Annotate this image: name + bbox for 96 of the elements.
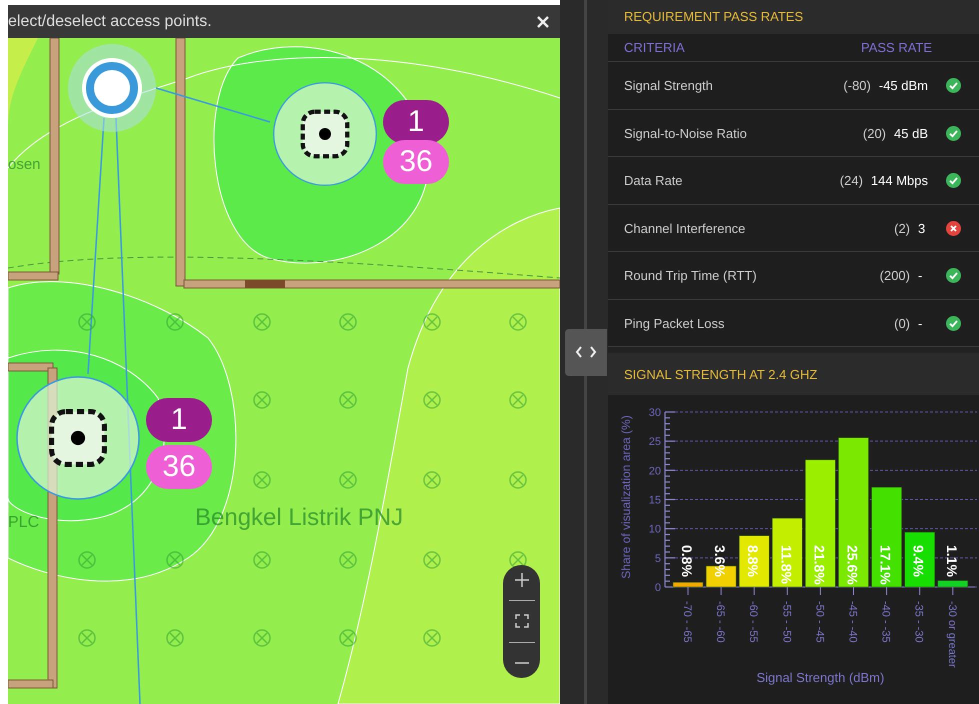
criteria-label: Data Rate [624,173,684,188]
measured-value: 144 Mbps [870,173,928,188]
access-point-icon[interactable] [15,375,141,501]
sample-point-icon [339,313,357,331]
close-icon [536,14,550,28]
y-tick-label: 5 [654,552,661,565]
zoom-in-button[interactable] [512,570,530,589]
plus-icon [512,570,530,589]
sample-point-icon [78,629,96,647]
close-button[interactable] [536,14,550,28]
minus-icon [514,662,528,664]
criteria-label: Ping Packet Loss [624,316,726,331]
y-tick-label: 25 [648,436,661,448]
sample-point-icon [166,629,184,647]
value-label: 3.6% [712,545,728,577]
sample-point-icon [423,471,441,489]
banner-text: elect/deselect access points. [8,12,212,30]
value-label: 17.1% [878,545,894,585]
sample-point-icon [78,313,96,331]
threshold-text: (-80) [843,78,871,94]
criteria-label: Signal-to-Noise Ratio [624,126,748,141]
sample-point-icon [509,551,527,569]
x-tick-label: -45 - -40 [846,601,858,643]
threshold-text: (20) [862,126,886,141]
location-marker-icon[interactable] [67,43,157,133]
y-tick-label: 15 [648,494,661,506]
sample-point-icon [339,629,357,647]
measured-value: - [918,268,924,284]
value-label: 8.8% [745,545,762,577]
panel-toggle-button[interactable] [565,328,607,376]
x-axis-title: Signal Strength (dBm) [756,670,884,685]
y-tick-label: 30 [648,407,661,419]
fit-view-button[interactable] [512,612,530,630]
x-tick-label: -70 - -65 [681,601,693,643]
fit-view-icon [512,612,530,630]
sample-point-icon [339,551,357,569]
y-axis-title: Share of visualization area (%) [619,415,633,579]
x-tick-label: -60 - -55 [747,601,760,643]
sample-point-icon [423,551,441,569]
value-label: 1.1% [944,545,960,577]
section-title: SIGNAL STRENGTH AT 2.4 GHZ [608,353,979,395]
column-header: CRITERIA [623,40,686,55]
room-label: PLC [8,514,40,532]
sample-point-icon [166,313,184,331]
measured-value: - [918,316,924,331]
sample-point-icon [166,551,184,569]
bar [672,582,704,588]
sample-point-icon [253,471,271,489]
threshold-text: (2) [894,220,910,236]
door-drawing [245,280,285,288]
threshold-text: (24) [840,173,863,188]
y-tick-label: 0 [654,582,661,594]
sample-point-icon [509,313,527,331]
y-tick-label: 20 [648,465,661,478]
threshold-text: (0) [894,316,910,331]
measured-value: -45 dBm [878,78,928,94]
bar [938,580,968,588]
measured-value: 3 [918,220,926,236]
measured-value: 45 dB [894,126,928,141]
sample-point-icon [339,471,357,489]
x-tick-label: -50 - -45 [813,601,826,643]
sample-point-icon [253,391,271,409]
y-tick-label: 10 [648,524,661,536]
bar [904,532,935,588]
bar [772,518,803,588]
section-title: REQUIREMENT PASS RATES [608,0,979,34]
value-label: 21.8% [811,545,828,585]
sample-point-icon [253,629,271,647]
sample-point-icon [509,391,527,409]
chevron-right-icon [589,346,597,358]
value-label: 11.8% [778,545,794,584]
value-label: 25.6% [844,545,860,585]
sample-point-icon [253,313,271,331]
criteria-label: Channel Interference [624,220,746,236]
x-tick-label: -30 or greater [946,601,958,668]
sample-point-icon [423,313,441,331]
sample-point-icon [339,391,357,409]
x-tick-label: -35 - -30 [912,601,925,643]
value-label: 0.8% [679,545,695,577]
x-tick-label: -55 - -50 [780,601,792,643]
x-tick-label: -40 - -35 [880,601,892,643]
value-label: 9.4% [910,545,927,577]
x-tick-label: -65 - -60 [714,601,726,643]
sample-point-icon [253,551,271,569]
chevron-left-icon [575,346,583,358]
bar [738,535,770,588]
sample-point-icon [423,391,441,409]
criteria-label: Signal Strength [624,78,714,94]
criteria-label: Round Trip Time (RTT) [624,268,758,284]
column-header: PASS RATE [860,40,934,55]
threshold-text: (200) [880,268,910,284]
access-point-icon[interactable] [272,81,378,187]
sample-point-icon [423,629,441,647]
room-label: osen [8,156,41,173]
sample-point-icon [509,471,527,489]
sample-point-icon [78,551,96,569]
